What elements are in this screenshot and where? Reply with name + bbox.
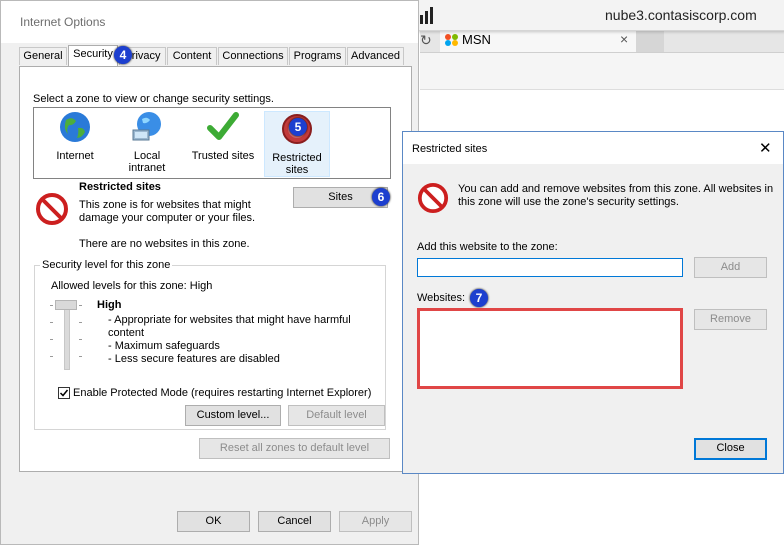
level-bullet-1: - Appropriate for websites that might ha… [108, 314, 351, 339]
no-entry-icon [417, 182, 449, 214]
globe-icon [60, 112, 90, 142]
rs-dialog-title: Restricted sites [412, 143, 488, 155]
tab-security[interactable]: Security [68, 45, 118, 66]
tab-content[interactable]: Content [167, 47, 217, 65]
new-tab-button[interactable] [636, 28, 664, 52]
level-bullet-3: - Less secure features are disabled [108, 353, 280, 365]
slider-tick [79, 322, 82, 323]
default-level-button[interactable]: Default level [288, 405, 385, 426]
zone-local-intranet[interactable]: Local intranet [114, 110, 180, 174]
allowed-levels-text: Allowed levels for this zone: High [51, 280, 213, 292]
tab-general[interactable]: General [19, 47, 67, 65]
add-button[interactable]: Add [694, 257, 767, 278]
slider-tick [50, 322, 53, 323]
browser-toolbar [420, 53, 784, 90]
slider-tick [50, 305, 53, 306]
check-icon [59, 389, 69, 397]
close-button[interactable]: Close [694, 438, 767, 460]
address-url[interactable]: nube3.contasiscorp.com [605, 7, 757, 23]
intranet-globe-icon [132, 112, 161, 141]
security-level-legend: Security level for this zone [40, 259, 173, 271]
security-slider-track[interactable] [64, 302, 70, 370]
zone-prompt: Select a zone to view or change security… [33, 93, 274, 105]
tab-programs[interactable]: Programs [289, 47, 346, 65]
step-badge-7: 7 [470, 289, 488, 307]
security-slider-thumb[interactable] [55, 300, 77, 310]
step-badge-4: 4 [114, 46, 132, 64]
slider-tick [79, 339, 82, 340]
slider-tick [79, 356, 82, 357]
io-tab-strip: General Security Privacy Content Connect… [19, 45, 412, 66]
reset-all-zones-button[interactable]: Reset all zones to default level [199, 438, 390, 459]
zone-trusted-sites[interactable]: Trusted sites [186, 110, 260, 162]
slider-tick [50, 339, 53, 340]
restricted-sites-dialog: Restricted sites ✕ You can add and remov… [402, 131, 784, 474]
websites-label: Websites: [417, 292, 466, 304]
add-website-label: Add this website to the zone: [417, 241, 558, 253]
tab-close-icon[interactable]: × [620, 31, 628, 47]
zone-internet-label: Internet [56, 150, 94, 162]
level-bullet-2: - Maximum safeguards [108, 340, 220, 352]
zone-internet[interactable]: Internet [36, 110, 114, 162]
browser-tab-label: MSN [462, 32, 491, 47]
msn-butterfly-icon [445, 34, 458, 46]
tab-connections[interactable]: Connections [218, 47, 288, 65]
step-badge-6: 6 [372, 188, 390, 206]
rs-info-text: You can add and remove websites from thi… [458, 183, 774, 208]
protected-mode-label[interactable]: Enable Protected Mode (requires restarti… [73, 387, 371, 399]
zone-heading: Restricted sites [79, 181, 161, 193]
refresh-icon[interactable]: ↻ [420, 28, 434, 52]
custom-level-button[interactable]: Custom level... [185, 405, 281, 426]
zone-list: Internet Local intranet Trusted sites Re… [33, 107, 391, 179]
tab-advanced[interactable]: Advanced [347, 47, 404, 65]
step-badge-5: 5 [289, 118, 307, 136]
remove-button[interactable]: Remove [694, 309, 767, 330]
apply-button[interactable]: Apply [339, 511, 412, 532]
websites-listbox[interactable] [417, 308, 683, 389]
no-entry-icon [36, 193, 68, 225]
zone-description: This zone is for websites that might dam… [79, 199, 256, 224]
security-level-name: High [97, 299, 122, 311]
zone-local-intranet-label: Local intranet [128, 150, 166, 174]
protected-mode-checkbox[interactable] [58, 387, 70, 399]
checkmark-icon [207, 112, 239, 140]
slider-tick [79, 305, 82, 306]
zone-trusted-sites-label: Trusted sites [191, 150, 255, 162]
add-website-input[interactable] [417, 258, 683, 277]
browser-tab-msn[interactable]: MSN × [440, 28, 637, 52]
close-icon[interactable]: ✕ [759, 139, 772, 157]
zone-restricted-sites-label: Restricted sites [272, 152, 322, 176]
cancel-button[interactable]: Cancel [258, 511, 331, 532]
io-window-title: Internet Options [20, 15, 106, 29]
slider-tick [50, 356, 53, 357]
zone-no-sites-text: There are no websites in this zone. [79, 238, 250, 250]
ok-button[interactable]: OK [177, 511, 250, 532]
